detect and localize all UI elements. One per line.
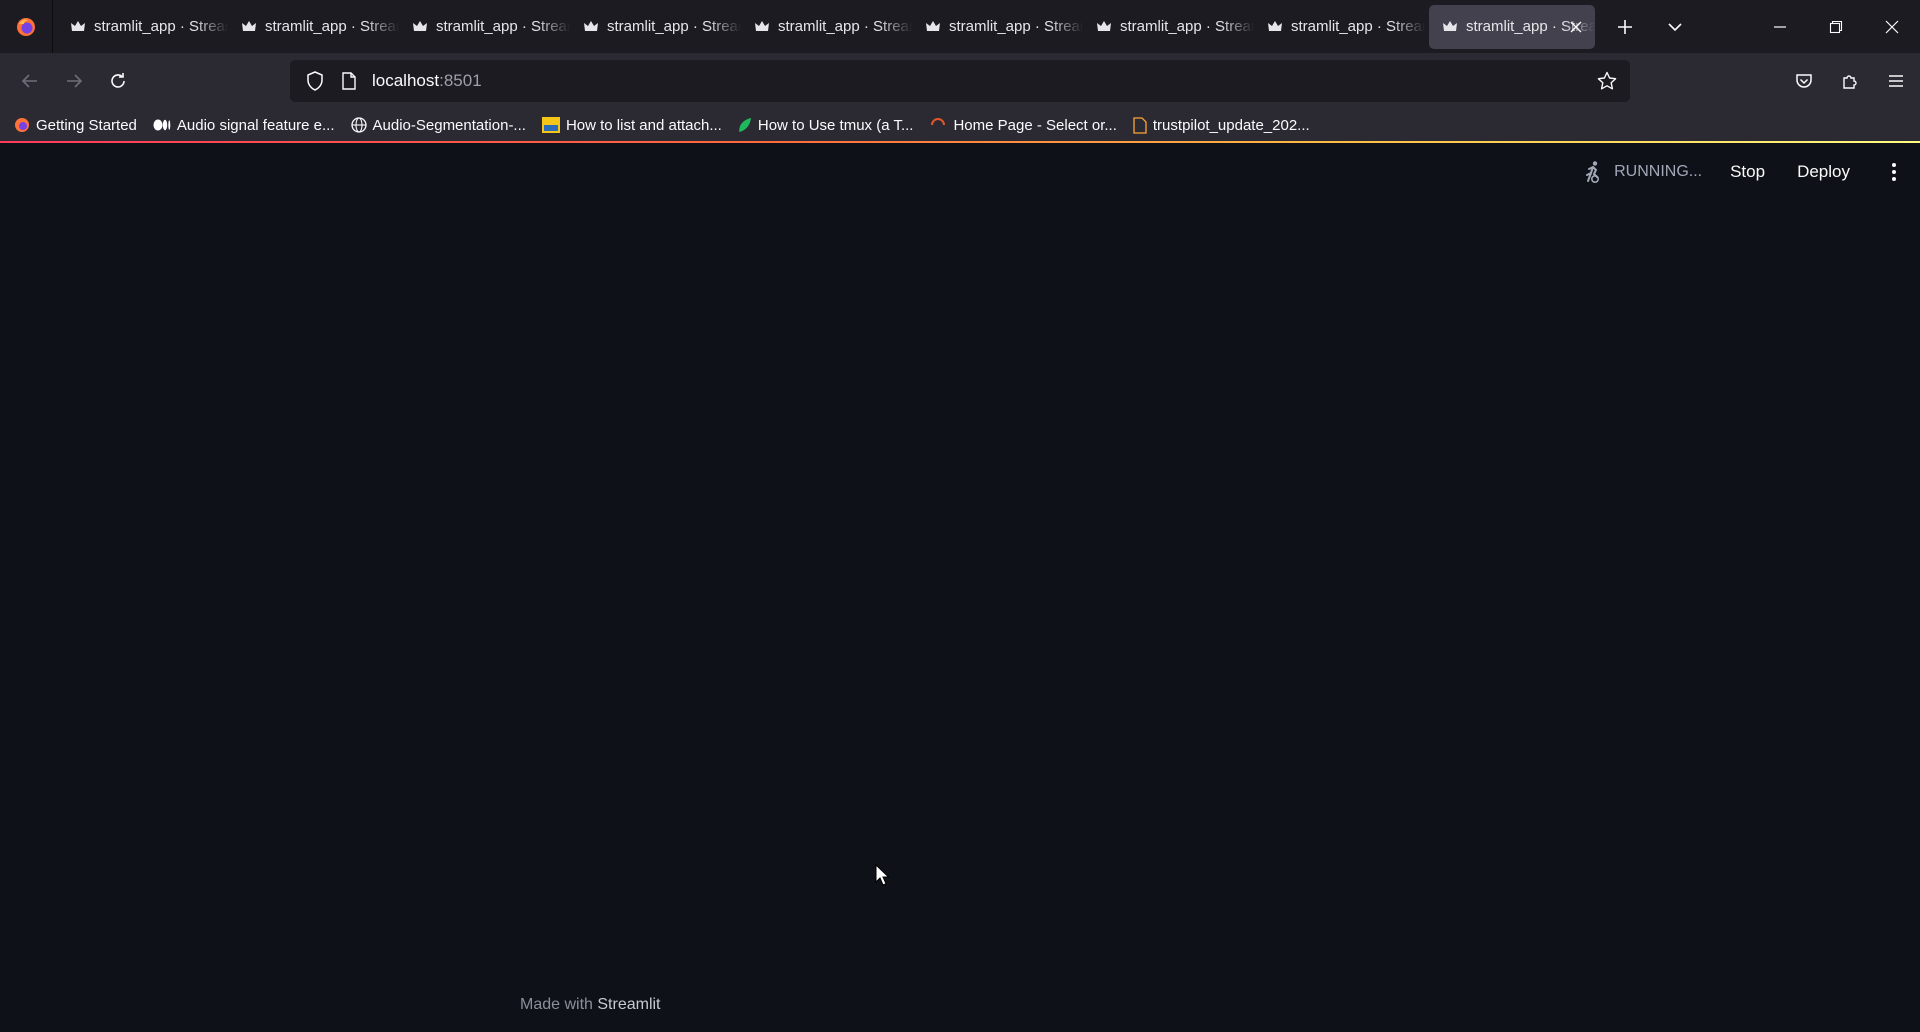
hamburger-menu-icon [1887, 72, 1905, 90]
bookmark-label: Home Page - Select or... [953, 116, 1117, 134]
running-person-icon [1580, 160, 1604, 184]
tab[interactable]: stramlit_app · Streamlit [1083, 5, 1254, 49]
arrow-right-icon [65, 72, 83, 90]
window-controls [1752, 0, 1920, 53]
streamlit-crown-icon [1097, 20, 1111, 33]
tab-bar: stramlit_app · Streamlitstramlit_app · S… [0, 0, 1920, 53]
bookmark-how-to-list[interactable]: How to list and attach... [541, 116, 722, 134]
bookmark-audio-signal[interactable]: Audio signal feature e... [153, 117, 335, 134]
bookmark-label: Audio-Segmentation-... [372, 116, 526, 134]
close-window-button[interactable] [1864, 0, 1920, 53]
running-label: RUNNING... [1614, 163, 1703, 180]
firefox-icon [14, 117, 30, 133]
streamlit-crown-icon [242, 20, 256, 33]
running-status: RUNNING... [1580, 160, 1702, 184]
streamlit-crown-icon [413, 20, 427, 33]
url-text[interactable]: localhost:8501 [372, 71, 482, 91]
restore-icon [1829, 20, 1843, 34]
streamlit-crown-icon [584, 20, 598, 33]
minimize-icon [1773, 20, 1787, 34]
medium-icon [153, 119, 171, 131]
firefox-menu-icon[interactable] [0, 0, 53, 53]
url-port: :8501 [439, 71, 482, 90]
toolbar-right [1782, 59, 1920, 103]
tab[interactable]: stramlit_app · Streamlit [741, 5, 912, 49]
bookmarks-toolbar: Getting Started Audio signal feature e..… [0, 109, 1920, 141]
tab-strip: stramlit_app · Streamlitstramlit_app · S… [53, 0, 1595, 53]
linux-site-icon [541, 117, 560, 133]
url-bar[interactable]: localhost:8501 [290, 60, 1630, 102]
bookmark-home-page[interactable]: Home Page - Select or... [929, 116, 1117, 134]
tab[interactable]: stramlit_app · Streamlit [228, 5, 399, 49]
bookmark-tmux[interactable]: How to Use tmux (a T... [738, 116, 914, 134]
streamlit-crown-icon [71, 20, 85, 33]
arrow-left-icon [21, 72, 39, 90]
streamlit-footer: Made with Streamlit [520, 996, 661, 1014]
close-icon [1885, 20, 1899, 34]
bookmark-label: Audio signal feature e... [176, 116, 335, 134]
streamlit-app-view: RUNNING... Stop Deploy Made with Streaml… [0, 143, 1920, 1032]
pocket-icon [1795, 72, 1813, 90]
bookmark-label: How to Use tmux (a T... [757, 116, 914, 134]
tab[interactable]: stramlit_app · Streamlit [399, 5, 570, 49]
footer-prefix: Made with [520, 996, 593, 1013]
tab-label: stramlit_app · Streamlit [265, 18, 399, 35]
tab-active[interactable]: stramlit_app · Streamlit [1429, 4, 1595, 49]
tab-label: stramlit_app · Streamlit [1291, 18, 1425, 35]
file-icon [1133, 116, 1147, 134]
extensions-button[interactable] [1828, 59, 1872, 103]
chevron-down-icon [1667, 19, 1683, 35]
tab-label: stramlit_app · Streamlit [607, 18, 741, 35]
bookmark-trustpilot[interactable]: trustpilot_update_202... [1133, 117, 1310, 134]
forward-button[interactable] [52, 59, 96, 103]
tab-label: stramlit_app · Streamlit [1120, 18, 1254, 35]
pocket-button[interactable] [1782, 59, 1826, 103]
minimize-button[interactable] [1752, 0, 1808, 53]
streamlit-crown-icon [1443, 20, 1457, 33]
app-menu-button[interactable] [1874, 59, 1918, 103]
restore-button[interactable] [1808, 0, 1864, 53]
tab-label: stramlit_app · Streamlit [436, 18, 570, 35]
tab[interactable]: stramlit_app · Streamlit [57, 5, 228, 49]
bookmark-star-icon[interactable] [1592, 66, 1622, 96]
globe-icon [350, 117, 367, 133]
tab-label: stramlit_app · Streamlit [949, 18, 1083, 35]
bookmark-getting-started[interactable]: Getting Started [14, 117, 137, 134]
tab[interactable]: stramlit_app · Streamlit [912, 5, 1083, 49]
streamlit-crown-icon [926, 20, 940, 33]
navigation-toolbar: localhost:8501 [0, 53, 1920, 109]
tab-label: stramlit_app · Streamlit [778, 18, 912, 35]
main-menu-button[interactable] [1882, 160, 1906, 184]
page-info-icon[interactable] [338, 66, 360, 96]
stop-button[interactable]: Stop [1730, 162, 1765, 182]
reload-icon [109, 72, 127, 90]
streamlit-crown-icon [1268, 20, 1282, 33]
tab[interactable]: stramlit_app · Streamlit [1254, 5, 1425, 49]
spinner-icon [929, 117, 947, 133]
streamlit-crown-icon [755, 20, 769, 33]
tab[interactable]: stramlit_app · Streamlit [570, 5, 741, 49]
list-all-tabs-button[interactable] [1653, 5, 1697, 49]
url-host: localhost [372, 71, 440, 90]
bookmark-label: trustpilot_update_202... [1152, 116, 1310, 134]
bookmark-audio-segmentation[interactable]: Audio-Segmentation-... [350, 116, 526, 134]
deploy-button[interactable]: Deploy [1797, 162, 1850, 182]
streamlit-header: RUNNING... Stop Deploy [1580, 143, 1920, 201]
mouse-cursor-icon [875, 863, 890, 891]
close-tab-icon[interactable] [1567, 18, 1585, 36]
leaf-icon [738, 117, 752, 133]
bookmark-label: Getting Started [36, 116, 137, 134]
kebab-menu-icon [1891, 162, 1897, 182]
bookmark-label: How to list and attach... [565, 116, 722, 134]
back-button[interactable] [8, 59, 52, 103]
puzzle-icon [1841, 72, 1859, 90]
new-tab-button[interactable] [1603, 5, 1647, 49]
footer-brand-link[interactable]: Streamlit [597, 996, 660, 1013]
tracking-protection-shield-icon[interactable] [300, 66, 330, 96]
tab-label: stramlit_app · Streamlit [94, 18, 228, 35]
reload-button[interactable] [96, 59, 140, 103]
plus-icon [1617, 19, 1633, 35]
